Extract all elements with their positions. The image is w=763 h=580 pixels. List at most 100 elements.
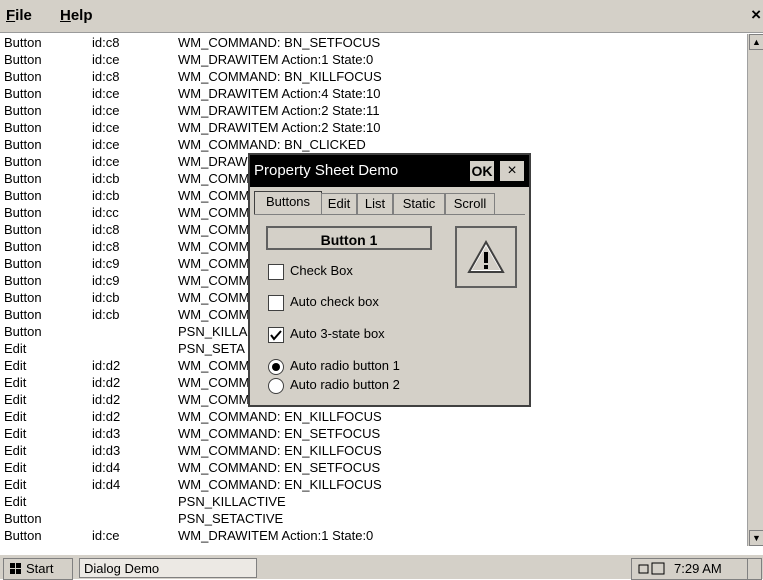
tab-list[interactable]: List	[357, 193, 393, 214]
log-id: id:ce	[92, 528, 120, 543]
start-label: Start	[26, 561, 54, 576]
log-control: Button	[4, 52, 42, 67]
auto-radio-button-2-label: Auto radio button 2	[290, 377, 400, 392]
log-message: WM_COMM	[178, 222, 250, 237]
log-control: Button	[4, 154, 42, 169]
auto-radio-button-1[interactable]	[268, 359, 284, 375]
log-control: Button	[4, 137, 42, 152]
ok-button[interactable]: OK	[470, 161, 494, 181]
log-control: Edit	[4, 341, 27, 356]
log-control: Edit	[4, 375, 27, 390]
log-message: WM_COMM	[178, 273, 250, 288]
log-id: id:ce	[92, 120, 120, 135]
clock[interactable]: 7:29 AM	[674, 559, 722, 579]
auto-check-box[interactable]	[268, 295, 284, 311]
log-id: id:ce	[92, 52, 120, 67]
log-id: id:d2	[92, 392, 121, 407]
task-dialog-demo[interactable]: Dialog Demo	[79, 558, 257, 578]
log-id: id:cc	[92, 205, 119, 220]
log-id: id:d2	[92, 375, 121, 390]
log-message: WM_COMMAND: EN_KILLFOCUS	[178, 477, 382, 492]
log-message: WM_COMM	[178, 205, 250, 220]
log-id: id:c8	[92, 239, 120, 254]
log-id: id:d3	[92, 443, 121, 458]
log-message: WM_COMM	[178, 358, 250, 373]
close-window-button[interactable]: ×	[751, 5, 761, 25]
scroll-up-arrow-icon[interactable]: ▲	[749, 34, 763, 50]
start-button[interactable]: Start	[3, 558, 73, 580]
log-control: Button	[4, 324, 42, 339]
log-control: Button	[4, 307, 42, 322]
warning-icon	[467, 239, 505, 273]
log-message: PSN_SETACTIVE	[178, 511, 284, 526]
warning-button[interactable]	[455, 226, 517, 288]
desktop-icon[interactable]	[747, 558, 762, 580]
log-control: Button	[4, 290, 42, 305]
log-message: WM_COMM	[178, 307, 250, 322]
log-control: Button	[4, 511, 42, 526]
check-box[interactable]	[268, 264, 284, 280]
button-1[interactable]: Button 1	[266, 226, 432, 250]
log-control: Button	[4, 188, 42, 203]
taskbar: Start Dialog Demo 7:29 AM	[0, 553, 763, 580]
log-control: Button	[4, 256, 42, 271]
log-message: WM_DRAWITEM Action:1 State:0	[178, 52, 374, 67]
scroll-down-arrow-icon[interactable]: ▼	[749, 530, 763, 546]
tab-divider	[254, 214, 525, 215]
menu-bar: File Help ×	[0, 0, 763, 33]
log-control: Button	[4, 103, 42, 118]
log-id: id:cb	[92, 188, 120, 203]
log-message: WM_COMM	[178, 239, 250, 254]
tab-static[interactable]: Static	[393, 193, 445, 214]
auto-3state-box[interactable]	[268, 327, 284, 343]
log-message: WM_COMM	[178, 256, 250, 271]
log-id: id:ce	[92, 137, 120, 152]
property-sheet-dialog: Property Sheet Demo OK × Buttons Edit Li…	[248, 153, 531, 407]
log-message: PSN_SETA	[178, 341, 245, 356]
log-control: Edit	[4, 409, 27, 424]
log-message: WM_DRAWITEM Action:2 State:11	[178, 103, 380, 118]
log-message: WM_COMMAND: EN_KILLFOCUS	[178, 409, 382, 424]
log-control: Button	[4, 205, 42, 220]
log-id: id:cb	[92, 290, 120, 305]
log-control: Edit	[4, 460, 27, 475]
auto-radio-button-2[interactable]	[268, 378, 284, 394]
log-control: Button	[4, 222, 42, 237]
log-id: id:ce	[92, 86, 120, 101]
log-message: PSN_KILLA	[178, 324, 248, 339]
log-id: id:c8	[92, 69, 120, 84]
log-id: id:ce	[92, 154, 120, 169]
log-id: id:d3	[92, 426, 121, 441]
log-message: WM_DRAW	[178, 154, 248, 169]
log-message: WM_COMMAND: EN_SETFOCUS	[178, 460, 381, 475]
dialog-close-button[interactable]: ×	[500, 161, 524, 181]
dialog-titlebar: Property Sheet Demo OK ×	[250, 155, 529, 187]
auto-3state-box-label: Auto 3-state box	[290, 326, 385, 341]
menu-help[interactable]: Help	[60, 7, 93, 24]
tab-buttons[interactable]: Buttons	[254, 191, 322, 215]
dialog-title: Property Sheet Demo	[254, 162, 399, 179]
log-message: WM_DRAWITEM Action:4 State:10	[178, 86, 381, 101]
log-message: WM_COMM	[178, 188, 250, 203]
log-message: WM_COMM	[178, 290, 250, 305]
log-id: id:c9	[92, 273, 120, 288]
system-tray: 7:29 AM	[631, 558, 748, 580]
log-id: id:cb	[92, 171, 120, 186]
network-icon[interactable]	[638, 561, 666, 577]
auto-radio-button-1-label: Auto radio button 1	[290, 358, 400, 373]
log-id: id:c8	[92, 222, 120, 237]
log-control: Edit	[4, 477, 27, 492]
menu-file[interactable]: File	[6, 7, 32, 24]
log-control: Button	[4, 528, 42, 543]
log-message: WM_COMM	[178, 392, 250, 407]
check-box-label: Check Box	[290, 263, 353, 278]
tab-edit[interactable]: Edit	[321, 193, 357, 214]
log-scrollbar[interactable]: ▲ ▼	[747, 34, 763, 546]
log-control: Edit	[4, 392, 27, 407]
log-message: WM_COMMAND: EN_SETFOCUS	[178, 426, 381, 441]
log-control: Edit	[4, 494, 27, 509]
log-control: Button	[4, 171, 42, 186]
tab-scroll[interactable]: Scroll	[445, 193, 495, 214]
log-control: Button	[4, 239, 42, 254]
log-control: Button	[4, 120, 42, 135]
